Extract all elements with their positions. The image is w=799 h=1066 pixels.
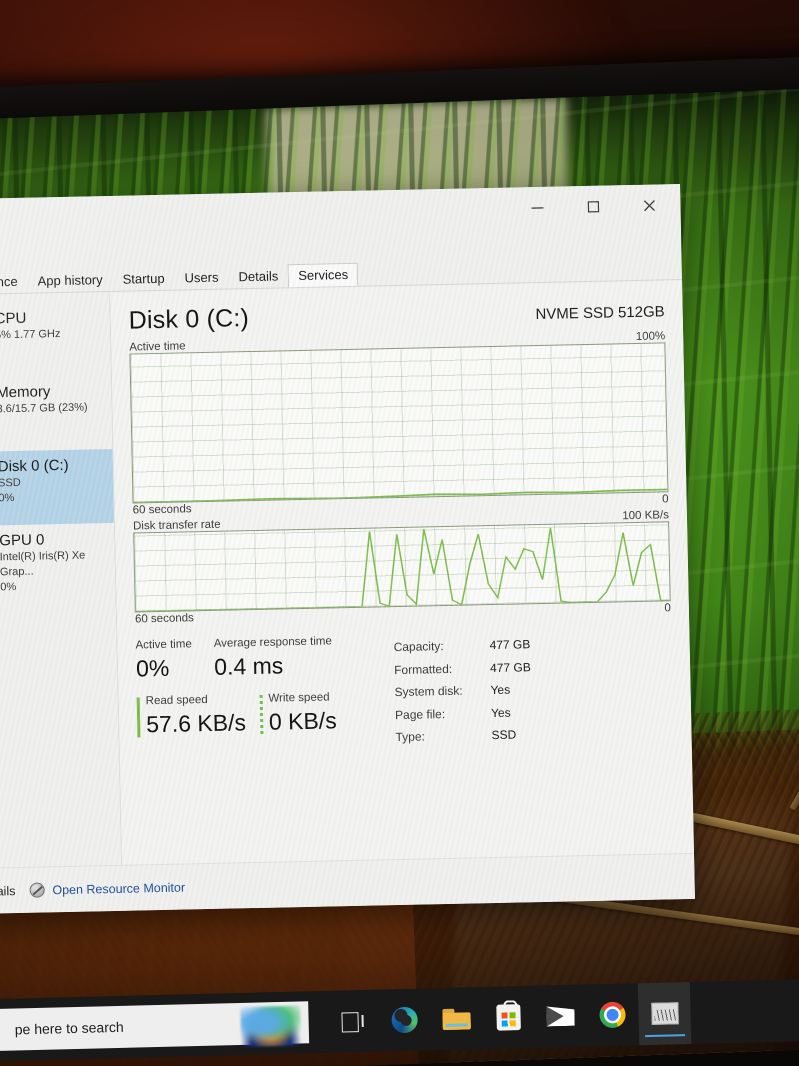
active-time-graph — [129, 342, 669, 504]
transfer-rate-plot — [135, 527, 670, 612]
sidebar-item-cpu[interactable]: CPU 5% 1.77 GHz — [0, 301, 111, 378]
task-manager-window: ager View erformance Ap — [0, 184, 695, 915]
property-formatted-value: 477 GB — [489, 659, 531, 675]
active-time-min: 0 — [662, 493, 669, 506]
stat-read-speed-label: Read speed — [145, 694, 208, 708]
tab-app-history[interactable]: App history — [27, 268, 113, 293]
stat-avg-response-label: Average response time — [213, 635, 332, 650]
disk-statistics: Active time 0% Average response time 0.4… — [135, 628, 673, 754]
window-controls — [522, 184, 665, 229]
stat-active-time-value: 0% — [135, 654, 170, 682]
property-capacity-key: Capacity: — [393, 639, 444, 655]
property-type: Type: SSD — [395, 720, 673, 748]
sidebar-label-gpu-0: GPU 0 — [0, 531, 45, 550]
sidebar-item-disk-0[interactable]: Disk 0 (C:) SSD 0% — [0, 448, 114, 527]
search-input[interactable]: pe here to search — [0, 1001, 310, 1051]
task-manager-icon[interactable] — [637, 981, 692, 1046]
mail-icon[interactable] — [534, 985, 587, 1048]
stat-avg-response: Average response time 0.4 ms — [214, 635, 333, 681]
property-page-file-key: Page file: — [394, 706, 446, 722]
sidebar-sub-cpu: 5% 1.77 GHz — [0, 328, 61, 342]
active-time-duration: 60 seconds — [132, 503, 192, 517]
sidebar-sub-disk-usage: 0% — [0, 492, 15, 505]
tab-users[interactable]: Users — [174, 265, 228, 289]
disk-properties: Capacity: 477 GB Formatted: 477 GB Syste… — [393, 628, 673, 748]
open-resource-monitor-link[interactable]: Open Resource Monitor — [29, 880, 185, 898]
search-placeholder: pe here to search — [14, 1018, 124, 1038]
disk-detail-panel: Disk 0 (C:) NVME SSD 512GB Active time 1… — [110, 280, 695, 865]
write-speed-legend-bar — [259, 694, 264, 735]
tab-services[interactable]: Services — [288, 262, 359, 288]
page-title: Disk 0 (C:) — [128, 304, 250, 335]
property-type-key: Type: — [395, 729, 426, 745]
transfer-rate-graph-max: 100 KB/s — [622, 509, 670, 523]
stat-read-speed-value: 57.6 KB/s — [145, 709, 247, 738]
tab-performance[interactable]: erformance — [0, 270, 28, 295]
close-icon[interactable] — [634, 191, 665, 220]
task-view-icon[interactable] — [326, 990, 379, 1053]
edge-icon[interactable] — [378, 988, 431, 1051]
tab-startup[interactable]: Startup — [112, 267, 174, 291]
sidebar-label-cpu: CPU — [0, 309, 27, 328]
transfer-rate-min: 0 — [664, 602, 672, 615]
read-speed-legend-bar — [136, 697, 141, 738]
transfer-rate-graph — [133, 521, 671, 613]
tab-details[interactable]: Details — [228, 264, 288, 288]
cortana-icon[interactable] — [240, 1005, 302, 1047]
property-type-value: SSD — [491, 727, 517, 743]
minimize-icon[interactable] — [522, 194, 553, 223]
chrome-icon[interactable] — [586, 983, 639, 1046]
sidebar-label-memory: Memory — [0, 383, 51, 402]
property-system-disk-value: Yes — [490, 682, 511, 698]
sidebar-sub-memory: 3.6/15.7 GB (23%) — [0, 401, 88, 416]
property-system-disk-key: System disk: — [394, 683, 463, 700]
sidebar-label-disk-0: Disk 0 (C:) — [0, 456, 69, 476]
property-page-file-value: Yes — [490, 705, 511, 720]
device-model: NVME SSD 512GB — [535, 303, 665, 324]
taskbar-icons — [326, 981, 692, 1053]
stat-read-speed: Read speed 57.6 KB/s — [136, 693, 247, 739]
resource-monitor-icon — [29, 882, 45, 898]
maximize-icon[interactable] — [578, 193, 609, 222]
photo-scene: ager View erformance Ap — [0, 0, 799, 1066]
microsoft-store-icon[interactable] — [482, 986, 535, 1049]
stat-active-time: Active time 0% — [135, 638, 192, 683]
stat-write-speed: Write speed 0 KB/s — [259, 691, 337, 737]
resource-sidebar: CPU 5% 1.77 GHz Memory 3.6/15.7 GB (23%) — [0, 292, 123, 869]
active-time-graph-max: 100% — [635, 330, 666, 343]
sidebar-item-memory[interactable]: Memory 3.6/15.7 GB (23%) — [0, 375, 112, 452]
transfer-rate-duration: 60 seconds — [134, 612, 194, 626]
fewer-details-button[interactable]: er details — [0, 884, 16, 899]
open-resource-monitor-label: Open Resource Monitor — [52, 880, 186, 897]
sidebar-item-gpu-0[interactable]: GPU 0 Intel(R) Iris(R) Xe Grap... 0% — [0, 523, 116, 600]
active-time-plot — [133, 488, 668, 503]
stat-write-speed-label: Write speed — [268, 691, 330, 705]
stat-write-speed-value: 0 KB/s — [268, 707, 337, 735]
file-explorer-icon[interactable] — [430, 987, 483, 1050]
property-capacity-value: 477 GB — [489, 637, 531, 653]
property-formatted-key: Formatted: — [393, 661, 453, 677]
stat-avg-response-value: 0.4 ms — [213, 652, 284, 680]
sidebar-sub-gpu-model: Intel(R) Iris(R) Xe Grap... — [0, 549, 86, 579]
stat-active-time-label: Active time — [135, 638, 192, 652]
sidebar-sub-gpu-usage: 0% — [0, 580, 17, 594]
